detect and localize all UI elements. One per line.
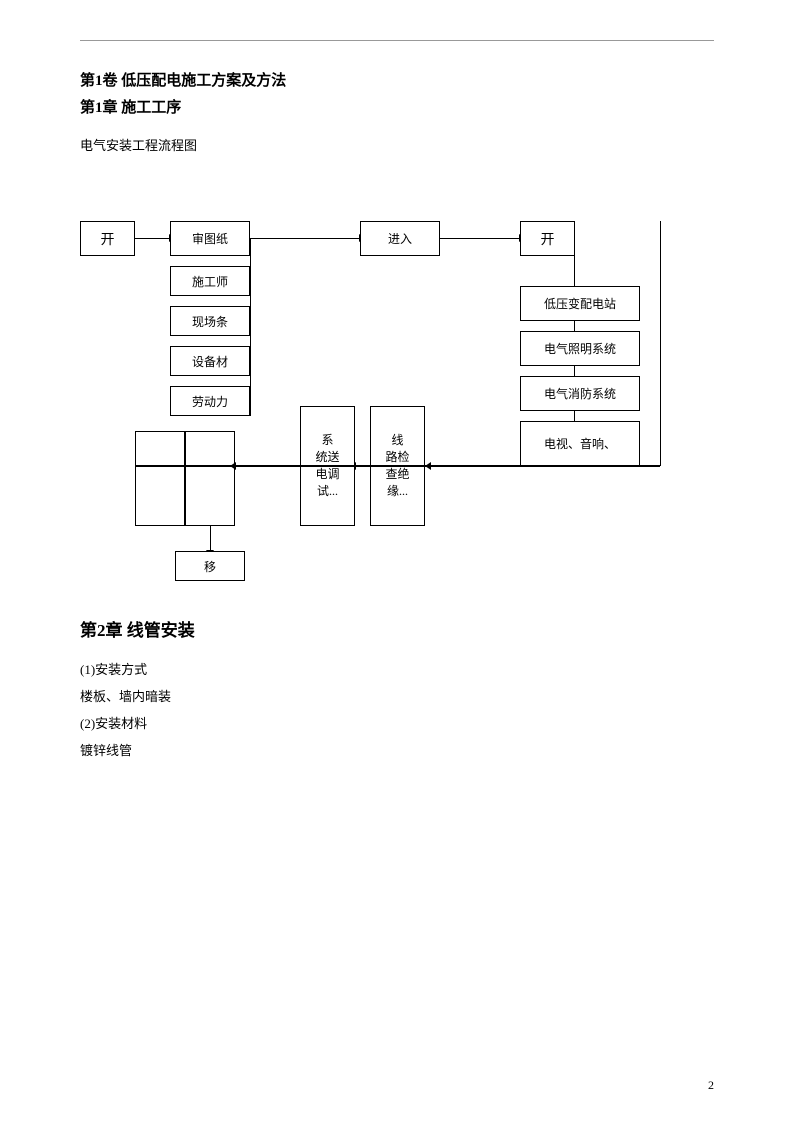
box-xianchang: 现场条	[170, 306, 250, 336]
item-1: (1)安装方式	[80, 659, 714, 678]
box-laodong: 劳动力	[170, 386, 250, 416]
box-shebei: 设备材	[170, 346, 250, 376]
outer-right-v	[660, 221, 661, 466]
box-shengtu: 审图纸	[170, 221, 250, 256]
left-outer-v	[135, 431, 136, 465]
arrow-jinru-start2	[440, 238, 520, 239]
box-jinru: 进入	[360, 221, 440, 256]
outer-bottom-h	[135, 465, 661, 466]
arrow-left-yi	[210, 526, 211, 551]
flowchart: 开 审图纸 施工师 现场条 设备材 劳动力 进入 开 低压变配电站 电气照明系统…	[80, 166, 714, 586]
arrow-shengtu-jinru	[250, 238, 360, 239]
item-3: (2)安装材料	[80, 713, 714, 732]
page: 第1卷 低压配电施工方案及方法 第1章 施工工序 电气安装工程流程图 开 审图纸…	[0, 0, 794, 1123]
item-4: 镀锌线管	[80, 740, 714, 759]
vline-left-boxes	[250, 238, 251, 416]
hline-outer-bottom	[135, 466, 660, 467]
box-start2: 开	[520, 221, 575, 256]
flow-caption: 电气安装工程流程图	[80, 135, 714, 154]
arrow-start1-shengtu	[135, 238, 170, 239]
box-dianshi: 电视、音响、	[520, 421, 640, 466]
top-divider	[80, 40, 714, 41]
box-dipei: 低压变配电站	[520, 286, 640, 321]
chapter1-title: 第1章 施工工序	[80, 96, 714, 117]
chapter2-title: 第2章 线管安装	[80, 616, 714, 641]
volume-title: 第1卷 低压配电施工方案及方法	[80, 69, 714, 90]
box-shigong: 施工师	[170, 266, 250, 296]
box-left1	[185, 431, 235, 526]
box-xiaofang: 电气消防系统	[520, 376, 640, 411]
page-number: 2	[708, 1078, 714, 1093]
box-zhaomin: 电气照明系统	[520, 331, 640, 366]
item-2: 楼板、墙内暗装	[80, 686, 714, 705]
box-left2	[135, 431, 185, 526]
box-yi: 移	[175, 551, 245, 581]
box-start1: 开	[80, 221, 135, 256]
